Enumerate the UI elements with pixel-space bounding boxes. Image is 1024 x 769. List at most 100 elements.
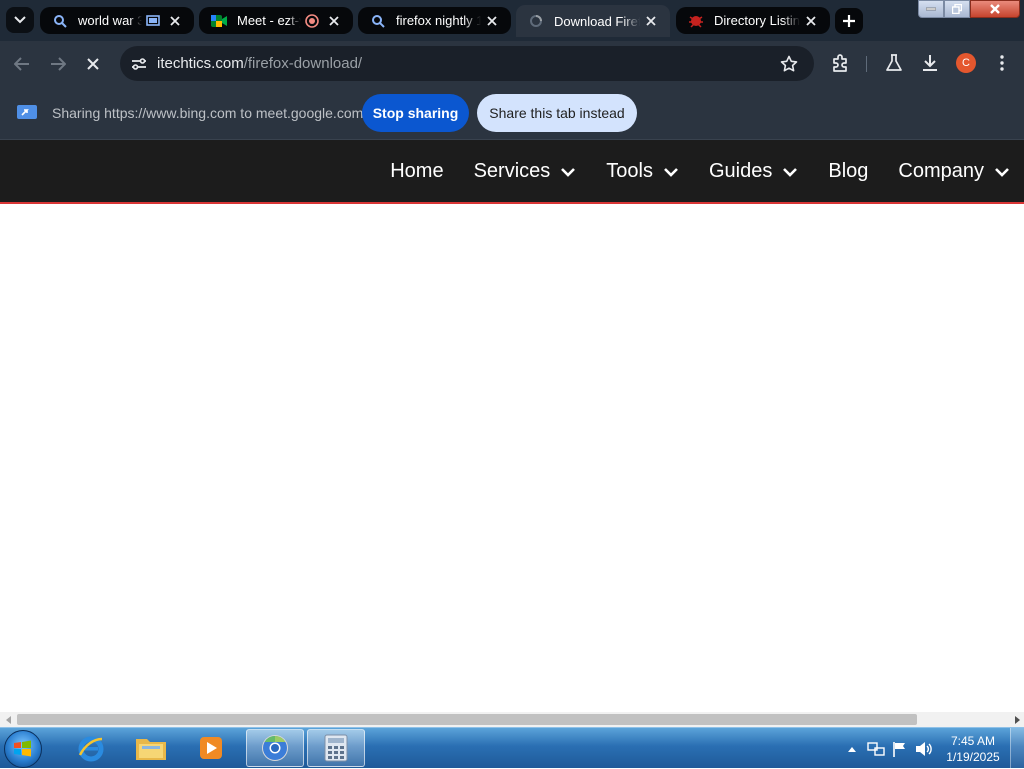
- search-icon: [52, 13, 68, 29]
- tab-download-firefox[interactable]: Download Firefox: [516, 5, 670, 37]
- share-this-tab-button[interactable]: Share this tab instead: [477, 94, 637, 132]
- bug-icon: [688, 13, 704, 29]
- chevron-down-icon: [782, 166, 798, 178]
- minimize-icon: [926, 7, 936, 11]
- nav-company[interactable]: Company: [898, 160, 1010, 183]
- more-menu-icon[interactable]: [988, 49, 1016, 77]
- network-icon[interactable]: [866, 739, 886, 759]
- window-controls: [918, 0, 1020, 18]
- sharing-message: Sharing https://www.bing.com to meet.goo…: [52, 105, 364, 121]
- nav-blog[interactable]: Blog: [828, 160, 868, 183]
- new-tab-button[interactable]: [835, 8, 863, 34]
- scrollbar-thumb[interactable]: [17, 714, 917, 725]
- tab-google-meet[interactable]: Meet - ezt-y: [199, 7, 353, 34]
- taskbar-file-explorer[interactable]: [122, 729, 180, 767]
- tab-title: Directory Listing: [714, 13, 800, 28]
- nav-guides[interactable]: Guides: [709, 160, 798, 183]
- nav-tools[interactable]: Tools: [606, 160, 679, 183]
- url-text: itechtics.com/firefox-download/: [157, 55, 362, 72]
- chevron-down-icon: [994, 166, 1010, 178]
- calculator-icon: [324, 734, 348, 762]
- loading-icon: [528, 13, 544, 29]
- show-hidden-icons-icon[interactable]: [842, 739, 862, 759]
- clock-date: 1/19/2025: [946, 750, 1000, 764]
- nav-label: Home: [390, 160, 444, 182]
- bookmark-star-icon[interactable]: [778, 53, 800, 75]
- taskbar-calculator[interactable]: [307, 729, 365, 767]
- horizontal-scrollbar[interactable]: [0, 712, 1024, 727]
- browser-toolbar: itechtics.com/firefox-download/: [0, 41, 1024, 86]
- labs-flask-icon[interactable]: [880, 49, 908, 77]
- system-clock[interactable]: 7:45 AM 1/19/2025: [940, 733, 1006, 765]
- google-meet-icon: [211, 13, 227, 29]
- chevron-down-icon: [14, 16, 26, 24]
- volume-icon[interactable]: [914, 739, 934, 759]
- internet-explorer-icon: [78, 736, 104, 762]
- tab-firefox-nightly[interactable]: firefox nightly 1: [358, 7, 511, 34]
- site-info-icon[interactable]: [128, 53, 150, 75]
- close-tab-icon[interactable]: [323, 15, 345, 26]
- close-tab-icon[interactable]: [481, 15, 503, 26]
- taskbar-chrome[interactable]: [246, 729, 304, 767]
- tab-search-button[interactable]: [6, 7, 34, 33]
- search-icon: [370, 13, 386, 29]
- chevron-down-icon: [663, 166, 679, 178]
- stop-loading-button[interactable]: [78, 49, 108, 79]
- chevron-down-icon: [560, 166, 576, 178]
- forward-button[interactable]: [43, 49, 73, 79]
- stop-sharing-button[interactable]: Stop sharing: [362, 94, 469, 132]
- start-button[interactable]: [4, 730, 42, 768]
- plus-icon: [843, 15, 855, 27]
- taskbar-media-player[interactable]: [182, 729, 240, 767]
- screen-share-icon: [146, 14, 160, 28]
- page-content: [0, 206, 1024, 712]
- close-tab-icon[interactable]: [640, 16, 662, 26]
- close-window-button[interactable]: [970, 0, 1020, 18]
- nav-label: Company: [898, 160, 984, 182]
- site-header: Home Services Tools Guides Blog Company: [0, 140, 1024, 204]
- download-icon[interactable]: [916, 49, 944, 77]
- chrome-icon: [262, 735, 288, 761]
- back-arrow-icon: [14, 57, 29, 71]
- tab-strip: world war 3 Meet - ezt-y firefox nightly…: [0, 0, 1024, 41]
- back-button[interactable]: [7, 49, 37, 79]
- close-tab-icon[interactable]: [164, 15, 186, 26]
- action-center-flag-icon[interactable]: [890, 739, 910, 759]
- system-tray: [842, 736, 938, 762]
- nav-services[interactable]: Services: [474, 160, 577, 183]
- file-explorer-icon: [136, 739, 166, 760]
- tab-title: Download Firefox: [554, 13, 640, 29]
- show-desktop-button[interactable]: [1010, 728, 1024, 769]
- scroll-right-arrow-icon[interactable]: [1009, 712, 1024, 727]
- recording-icon: [305, 13, 319, 28]
- minimize-button[interactable]: [918, 0, 944, 18]
- tab-title: Meet - ezt-y: [237, 13, 301, 28]
- nav-label: Services: [473, 160, 551, 182]
- forward-arrow-icon: [51, 57, 66, 71]
- profile-avatar[interactable]: C: [956, 53, 976, 73]
- tab-directory-listing[interactable]: Directory Listing: [676, 7, 830, 34]
- windows-logo-icon: [14, 740, 31, 757]
- close-icon: [87, 58, 99, 70]
- screen-share-icon: [17, 105, 37, 119]
- scroll-left-arrow-icon[interactable]: [1, 712, 16, 727]
- url-domain: itechtics.com: [157, 55, 244, 72]
- nav-home[interactable]: Home: [390, 160, 443, 183]
- close-icon: [990, 4, 1000, 14]
- taskbar-internet-explorer[interactable]: [62, 729, 120, 767]
- tab-title: world war 3: [78, 13, 142, 28]
- tab-title: firefox nightly 1: [396, 13, 481, 28]
- restore-button[interactable]: [944, 0, 970, 18]
- site-navigation: Home Services Tools Guides Blog Company: [360, 160, 1010, 183]
- nav-label: Guides: [708, 160, 773, 182]
- extensions-icon[interactable]: [826, 49, 854, 77]
- address-bar[interactable]: itechtics.com/firefox-download/: [120, 46, 814, 81]
- toolbar-divider: [866, 56, 867, 72]
- clock-time: 7:45 AM: [950, 734, 996, 748]
- restore-icon: [952, 4, 962, 14]
- close-tab-icon[interactable]: [800, 15, 822, 26]
- screen-sharing-bar: Sharing https://www.bing.com to meet.goo…: [0, 86, 1024, 140]
- url-path: /firefox-download/: [243, 55, 363, 72]
- windows-taskbar: 7:45 AM 1/19/2025: [0, 727, 1024, 769]
- tab-world-war-3[interactable]: world war 3: [40, 7, 194, 34]
